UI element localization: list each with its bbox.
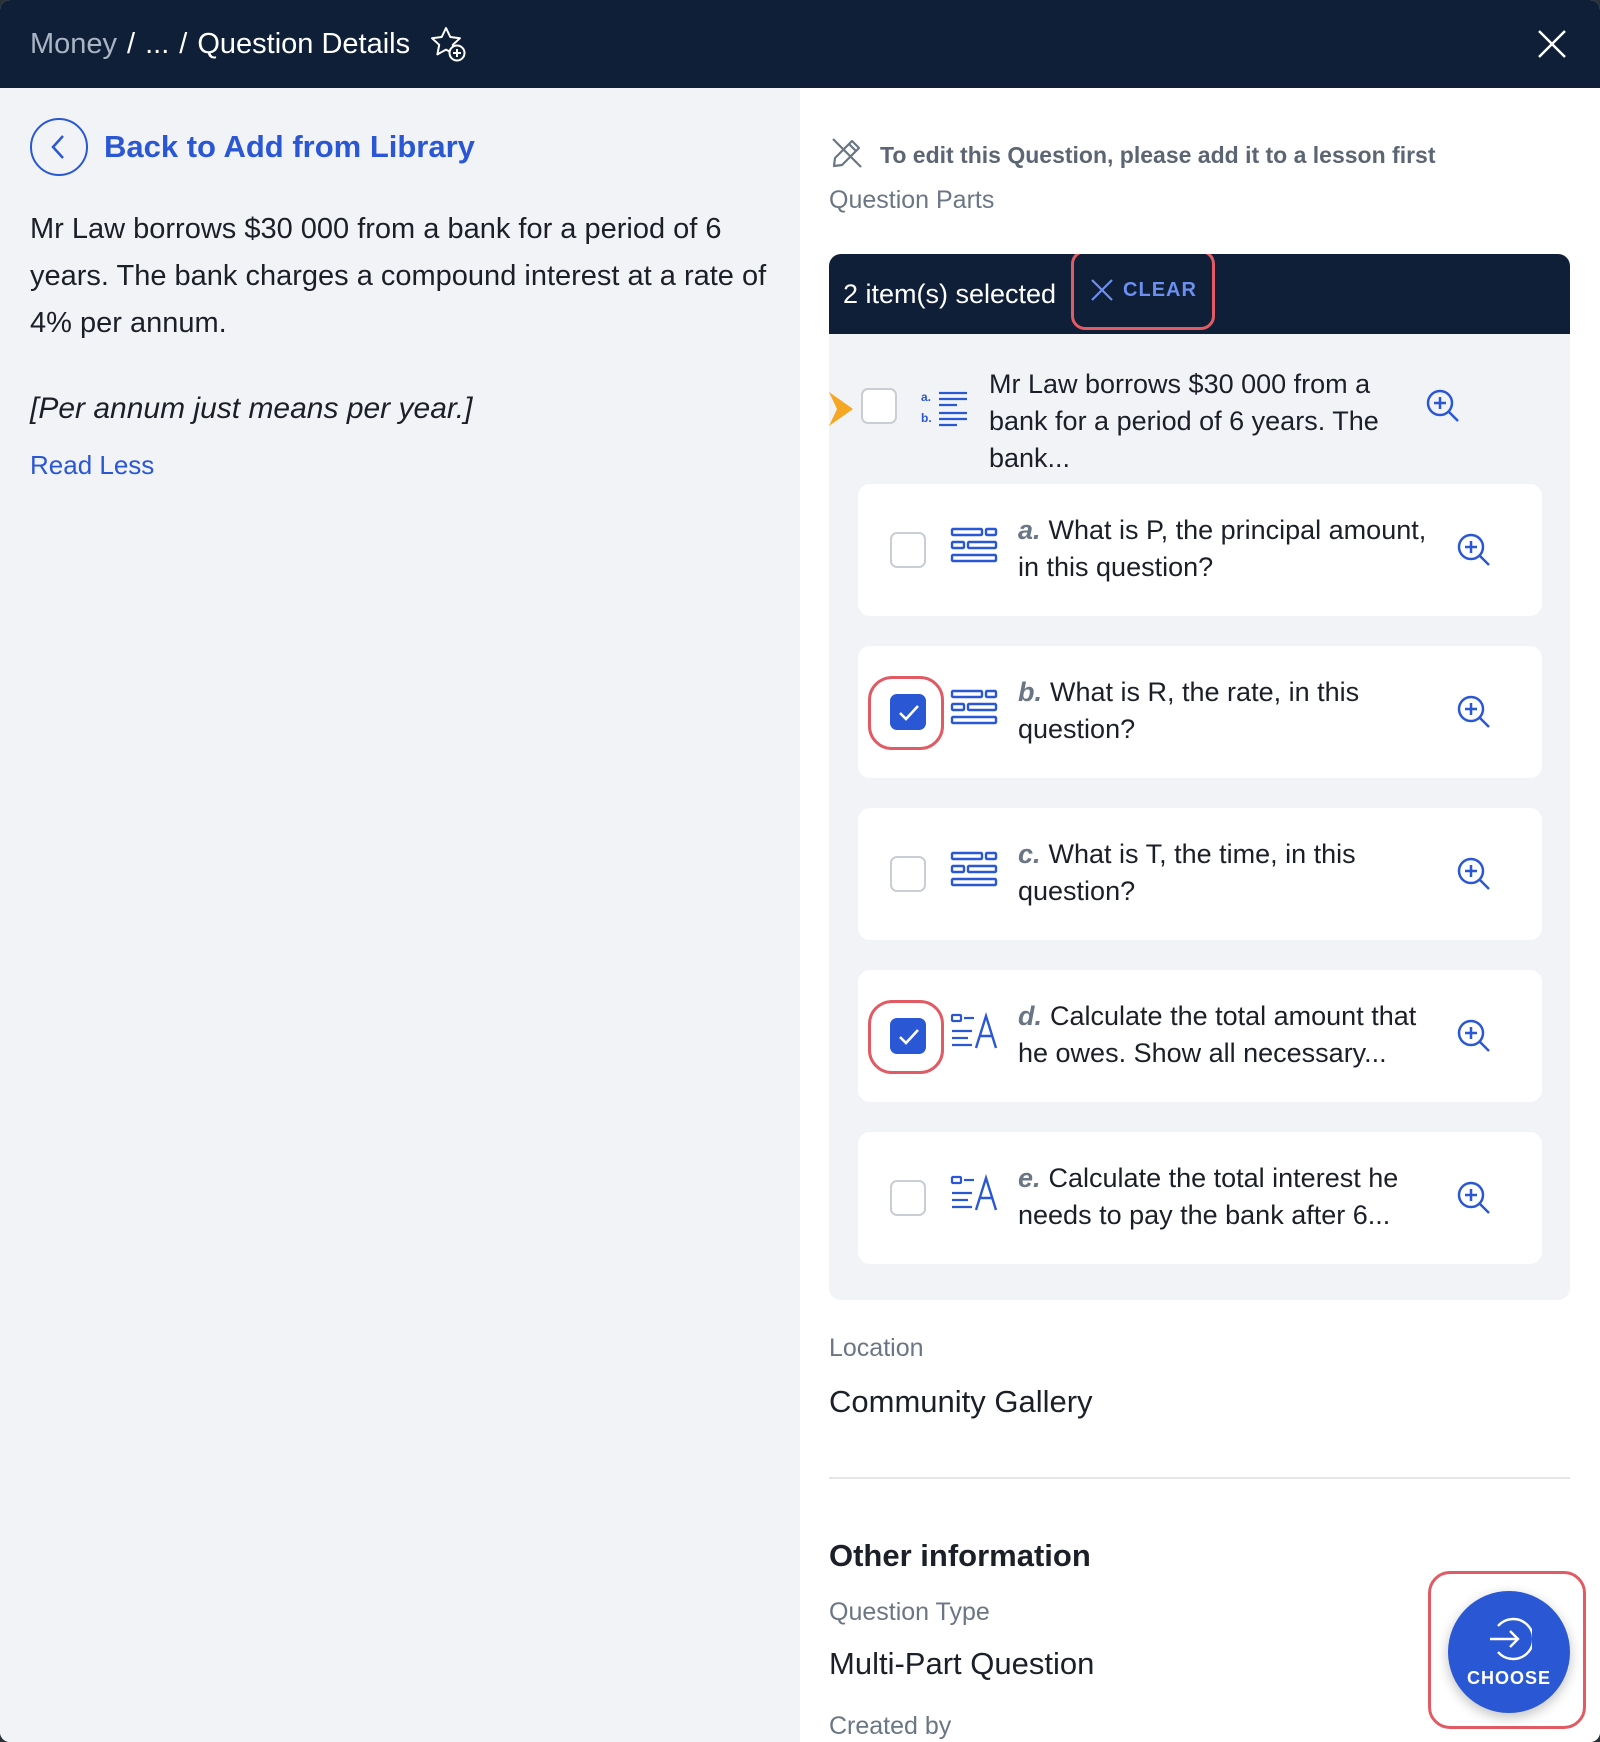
created-by-label: Created by [829, 1712, 952, 1740]
part-text: Calculate the total amount that he owes.… [1018, 1001, 1417, 1068]
zoom-in-icon[interactable] [1456, 694, 1492, 730]
question-part-d[interactable]: d. Calculate the total amount that he owe… [858, 970, 1542, 1102]
clear-label: CLEAR [1123, 278, 1197, 301]
svg-text:a.: a. [921, 390, 931, 404]
edit-disabled-pencil-icon [830, 136, 864, 175]
breadcrumb-current: Question Details [197, 27, 411, 60]
zoom-in-icon[interactable] [1456, 1018, 1492, 1054]
part-c-text: c. What is T, the time, in this question? [1018, 836, 1448, 910]
question-part-c[interactable]: c. What is T, the time, in this question? [858, 808, 1542, 940]
part-text: What is R, the rate, in this question? [1018, 677, 1360, 744]
part-e-checkbox[interactable] [890, 1180, 926, 1216]
part-letter: a. [1018, 515, 1041, 545]
selection-bar: 2 item(s) selected CLEAR [829, 254, 1570, 334]
main-question-checkbox[interactable] [861, 388, 897, 424]
part-letter: c. [1018, 839, 1041, 869]
other-info-heading: Other information [829, 1538, 1091, 1573]
read-less-link[interactable]: Read Less [30, 450, 154, 481]
part-text: Calculate the total interest he needs to… [1018, 1163, 1399, 1230]
question-note: [Per annum just means per year.] [30, 392, 473, 425]
question-type-value: Multi-Part Question [829, 1646, 1095, 1681]
part-a-text: a. What is P, the principal amount, in th… [1018, 512, 1448, 586]
choose-button[interactable]: CHOOSE [1448, 1591, 1570, 1713]
question-type-label: Question Type [829, 1598, 990, 1626]
breadcrumb-separator: / [127, 27, 136, 60]
svg-text:b.: b. [921, 411, 932, 425]
zoom-in-icon[interactable] [1425, 388, 1461, 424]
question-parts-panel: 2 item(s) selected CLEAR a. b. Mr Law bo… [829, 254, 1570, 1300]
part-a-checkbox[interactable] [890, 532, 926, 568]
edit-notice-text: To edit this Question, please add it to … [880, 142, 1436, 168]
close-icon[interactable] [1534, 26, 1570, 62]
breadcrumb-money[interactable]: Money [30, 28, 117, 61]
part-c-checkbox[interactable] [890, 856, 926, 892]
favorite-star-add-icon[interactable] [428, 24, 468, 64]
back-label: Back to Add from Library [104, 129, 475, 164]
back-to-library-button[interactable]: Back to Add from Library [30, 118, 475, 176]
enter-arrow-icon [1490, 1617, 1532, 1660]
question-part-b[interactable]: b. What is R, the rate, in this question? [858, 646, 1542, 778]
multi-part-icon: a. b. [921, 388, 969, 433]
part-e-text: e. Calculate the total interest he needs … [1018, 1160, 1448, 1234]
chevron-left-icon [30, 118, 88, 176]
question-part-e[interactable]: e. Calculate the total interest he needs … [858, 1132, 1542, 1264]
question-details-modal: Money / ... / Question Details Back to A… [0, 0, 1600, 1742]
location-label: Location [829, 1334, 924, 1362]
question-text: Mr Law borrows $30 000 from a bank for a… [30, 213, 767, 339]
modal-header: Money / ... / Question Details [0, 0, 1600, 88]
selected-count: 2 item(s) selected [843, 278, 1057, 309]
clear-highlight: CLEAR [1071, 254, 1215, 330]
question-parts-label: Question Parts [829, 186, 995, 214]
part-letter: b. [1018, 677, 1042, 707]
question-part-a[interactable]: a. What is P, the principal amount, in th… [858, 484, 1542, 616]
question-preview-pane: Back to Add from Library Mr Law borrows … [0, 88, 800, 1742]
x-icon [1091, 279, 1113, 301]
location-value: Community Gallery [829, 1384, 1093, 1419]
edit-notice: To edit this Question, please add it to … [830, 136, 1436, 175]
current-arrow-icon [829, 390, 855, 433]
choose-label: CHOOSE [1466, 1667, 1551, 1688]
check-icon [899, 1029, 919, 1045]
part-d-text: d. Calculate the total amount that he owe… [1018, 998, 1448, 1072]
breadcrumb: Money / ... / Question Details [30, 28, 410, 61]
clear-button[interactable]: CLEAR [1089, 277, 1197, 303]
breadcrumb-ellipsis[interactable]: ... [145, 28, 169, 61]
breadcrumb-separator: / [179, 27, 188, 60]
part-d-checkbox[interactable] [890, 1018, 926, 1054]
main-question-row: a. b. Mr Law borrows $30 000 from a bank… [829, 364, 1570, 473]
long-answer-icon [950, 1011, 1000, 1057]
part-letter: e. [1018, 1163, 1041, 1193]
part-b-text: b. What is R, the rate, in this question? [1018, 674, 1448, 748]
short-answer-icon [950, 526, 1000, 571]
part-b-checkbox[interactable] [890, 694, 926, 730]
main-question-title: Mr Law borrows $30 000 from a bank for a… [989, 369, 1379, 473]
long-answer-icon [950, 1173, 1000, 1219]
question-info-pane: To edit this Question, please add it to … [800, 88, 1600, 1742]
part-text: What is P, the principal amount, in this… [1018, 515, 1427, 582]
short-answer-icon [950, 850, 1000, 895]
check-icon [899, 705, 919, 721]
zoom-in-icon[interactable] [1456, 856, 1492, 892]
short-answer-icon [950, 688, 1000, 733]
zoom-in-icon[interactable] [1456, 532, 1492, 568]
part-text: What is T, the time, in this question? [1018, 839, 1356, 906]
part-letter: d. [1018, 1001, 1042, 1031]
zoom-in-icon[interactable] [1456, 1180, 1492, 1216]
divider [829, 1477, 1570, 1479]
